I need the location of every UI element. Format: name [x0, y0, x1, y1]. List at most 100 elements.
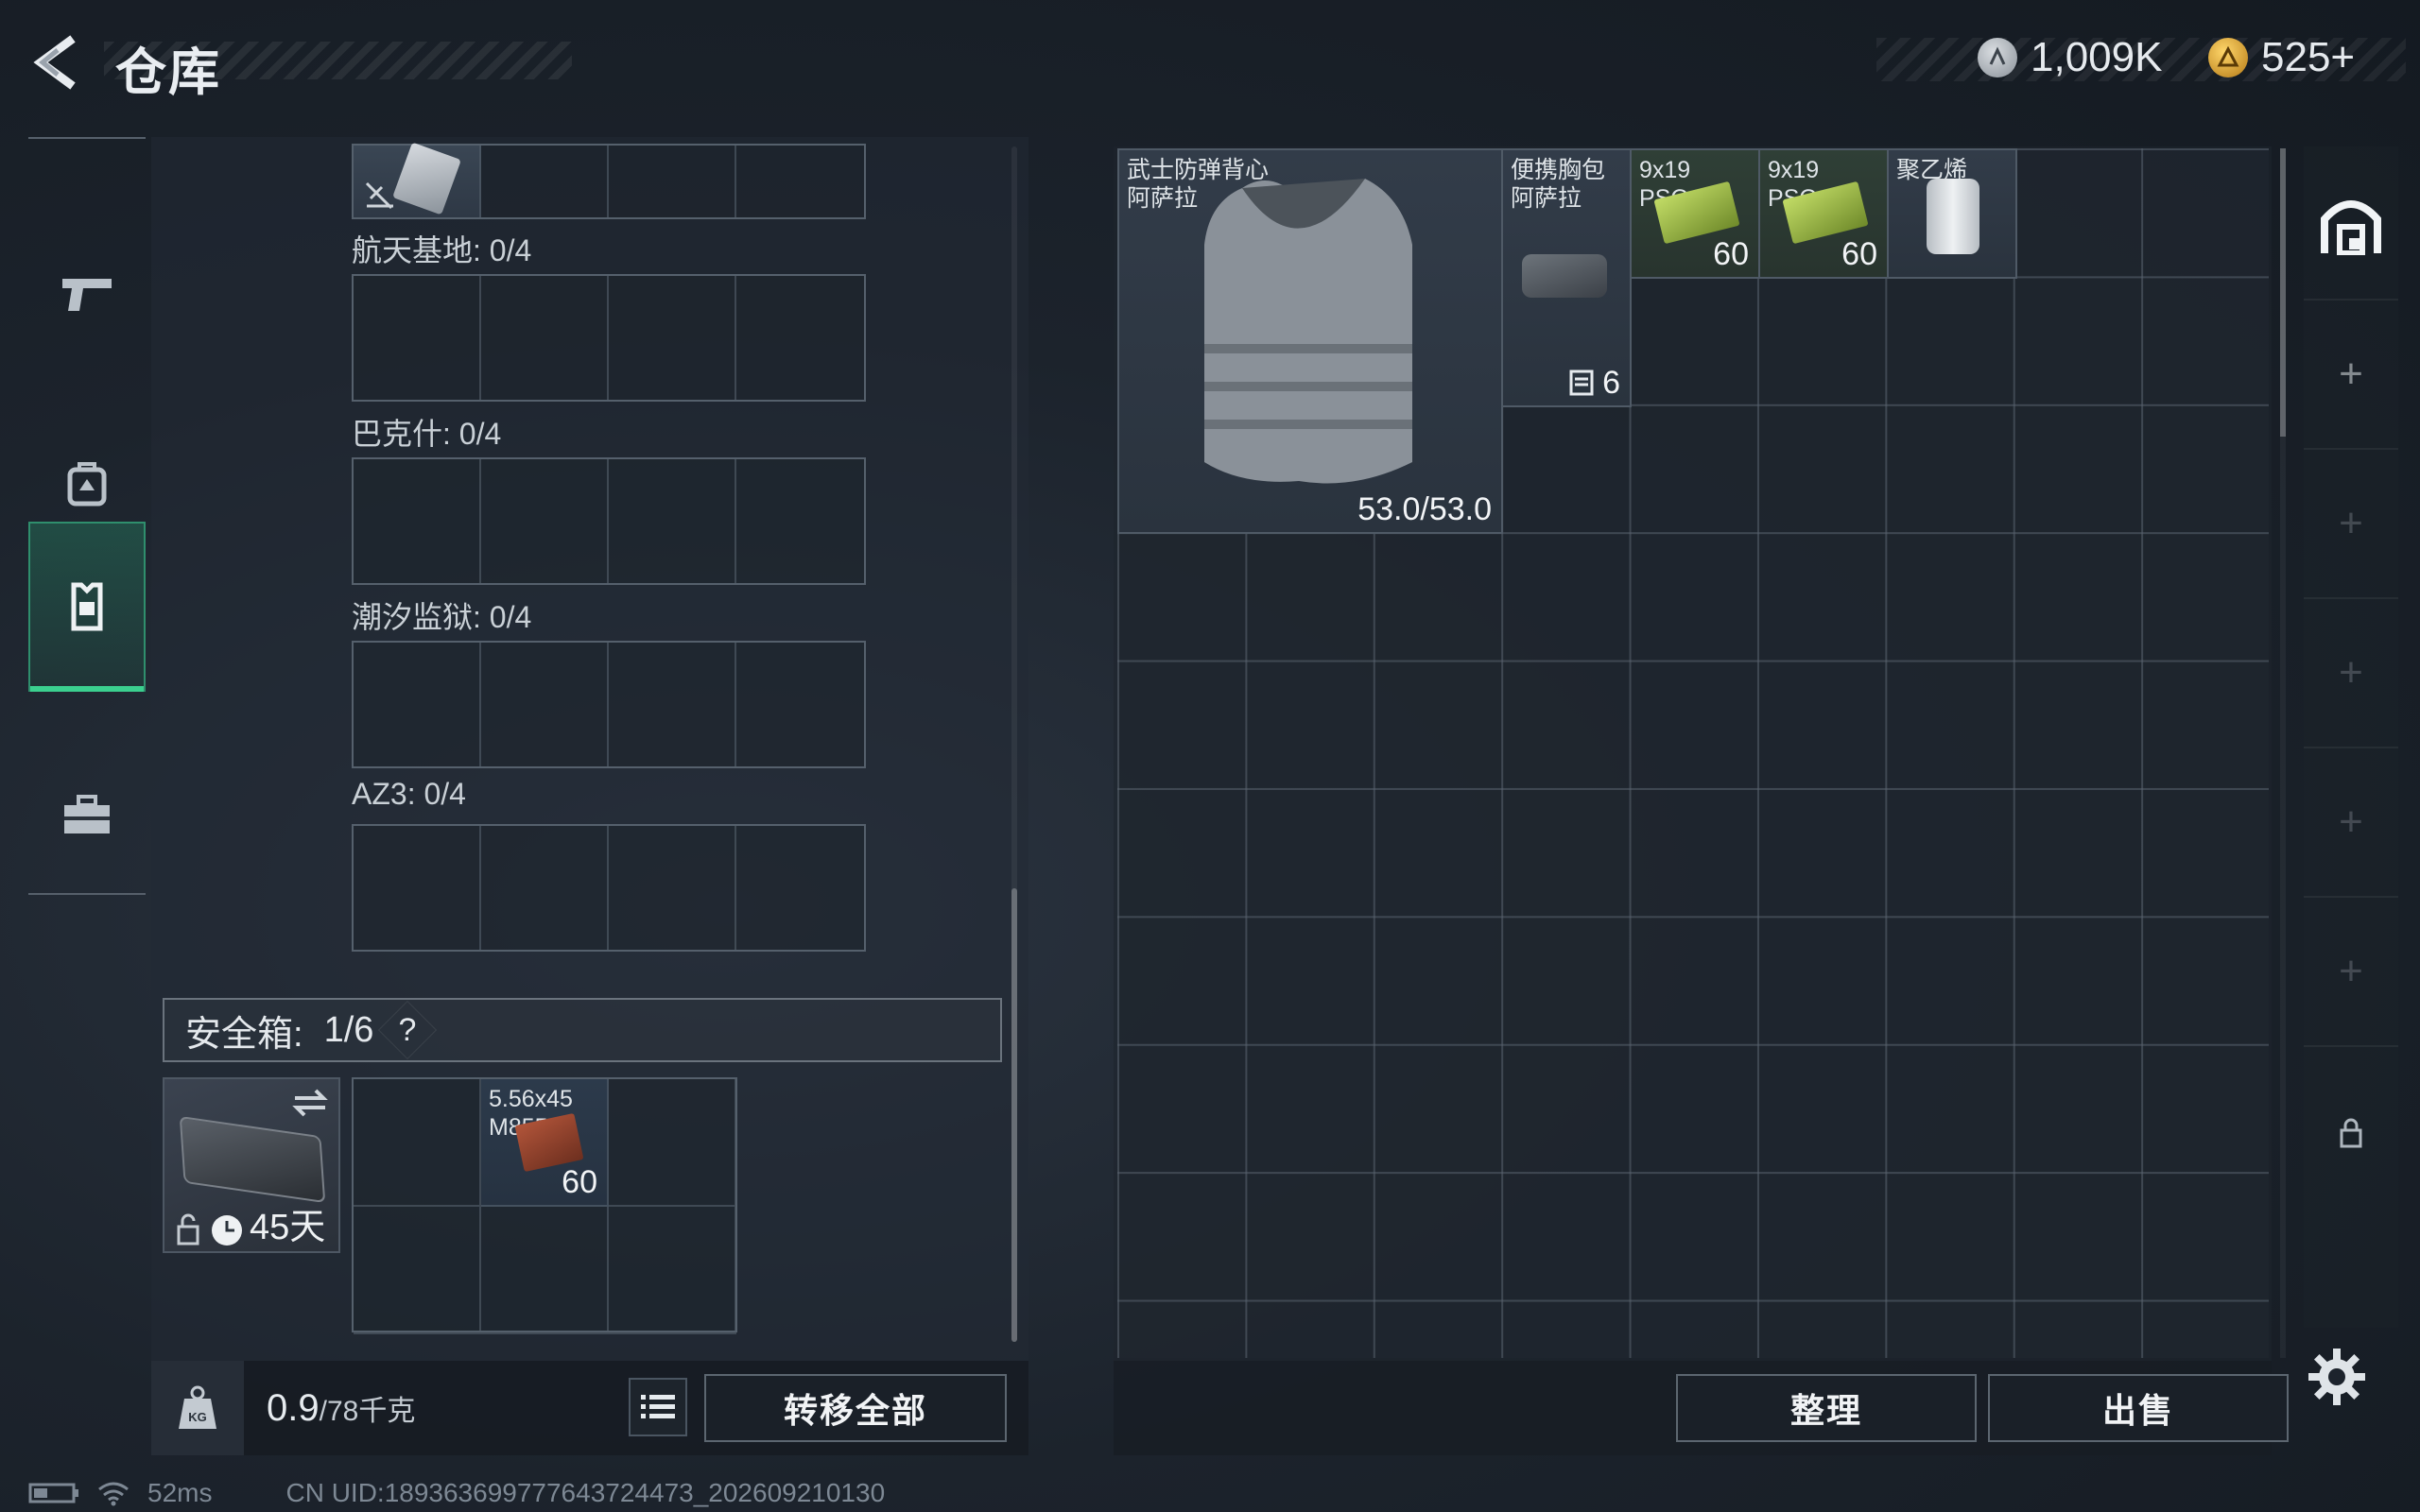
weight-icon: KG	[179, 1385, 216, 1429]
section-grid-tidal-prison	[352, 641, 866, 768]
weight-readout: 0.9/78千克	[267, 1387, 415, 1430]
grid-cell[interactable]	[354, 459, 481, 583]
pistol-icon	[62, 279, 112, 311]
grid-cell[interactable]	[609, 276, 736, 400]
warehouse-icon	[2321, 200, 2381, 255]
grid-cell[interactable]	[481, 826, 609, 950]
safe-box-label: 安全箱:	[185, 1014, 303, 1055]
item-quantity: 60	[1713, 236, 1749, 272]
grid-cell[interactable]	[609, 643, 736, 766]
grid-cell-item[interactable]	[354, 142, 481, 217]
storage-tab-locked[interactable]	[2304, 1058, 2398, 1208]
grid-cell[interactable]	[736, 643, 864, 766]
storage-item-vest[interactable]: 武士防弹背心 阿萨拉 53.0/53.0	[1117, 148, 1503, 534]
back-button[interactable]	[28, 34, 85, 91]
storage-item-chest-rig[interactable]: 便携胸包 阿萨拉 6	[1501, 148, 1632, 407]
left-scrollbar-thumb[interactable]	[1011, 888, 1017, 1342]
weight-capacity: /78千克	[319, 1396, 416, 1427]
transfer-all-button[interactable]: 转移全部	[704, 1374, 1007, 1442]
storage-tab-add-2[interactable]: +	[2304, 450, 2398, 599]
item-name: 便携胸包 阿萨拉	[1511, 157, 1606, 212]
chest-rig-image	[1522, 254, 1607, 298]
silver-amount: 1,009K	[2031, 34, 2163, 80]
grid-cell[interactable]	[354, 1079, 481, 1207]
plus-icon: +	[2339, 649, 2363, 696]
storage-item-ammo-9x19-a[interactable]: 9x19 PSO 60	[1630, 148, 1760, 279]
grid-cell[interactable]	[736, 826, 864, 950]
user-uid: CN UID:189363699777643724473_20260921013…	[285, 1478, 886, 1507]
list-view-button[interactable]	[629, 1378, 687, 1436]
grid-cell[interactable]	[736, 276, 864, 400]
grid-cell[interactable]	[354, 643, 481, 766]
grid-cell[interactable]	[609, 826, 736, 950]
grid-cell[interactable]	[354, 276, 481, 400]
grid-cell[interactable]	[481, 459, 609, 583]
item-durability: 53.0/53.0	[1357, 491, 1492, 527]
slots-icon	[1569, 369, 1594, 396]
gold-amount: 525+	[2261, 34, 2356, 80]
section-label-tidal-prison: 潮汐监狱: 0/4	[352, 600, 532, 634]
nav-vests[interactable]	[28, 522, 146, 692]
lock-icon	[177, 1213, 199, 1246]
ping-value: 52ms	[147, 1478, 213, 1507]
silver-coin-icon	[1978, 38, 2017, 77]
grid-cell[interactable]	[609, 459, 736, 583]
nav-weapons[interactable]	[28, 215, 146, 375]
backpack-icon	[67, 462, 107, 507]
plus-icon: +	[2339, 948, 2363, 994]
partial-grid	[352, 142, 866, 219]
storage-grid[interactable]: 武士防弹背心 阿萨拉 53.0/53.0 便携胸包 阿萨拉 6 9x19 PSO…	[1117, 148, 2269, 1358]
grid-cell[interactable]	[609, 1079, 736, 1207]
grid-cell[interactable]	[736, 146, 864, 217]
plus-icon: +	[2339, 351, 2363, 397]
safe-case-image	[179, 1115, 326, 1204]
wifi-icon	[98, 1482, 129, 1506]
grid-cell[interactable]	[609, 1207, 736, 1334]
vest-image	[1204, 179, 1412, 484]
weight-icon-box: KG	[151, 1361, 244, 1455]
storage-tab-add-1[interactable]: +	[2304, 301, 2398, 450]
weight-value: 0.9	[267, 1387, 320, 1429]
category-nav	[28, 137, 146, 895]
grid-cell[interactable]	[736, 459, 864, 583]
storage-tab-main[interactable]	[2304, 151, 2398, 301]
gold-currency[interactable]: 525+	[2208, 34, 2355, 81]
grid-cell[interactable]	[481, 643, 609, 766]
storage-item-polyethylene[interactable]: 聚乙烯	[1887, 148, 2017, 279]
sort-button[interactable]: 整理	[1676, 1374, 1977, 1442]
storage-scrollbar-thumb[interactable]	[2280, 148, 2286, 437]
back-arrow-icon	[33, 35, 76, 90]
item-slot-count: 6	[1602, 365, 1620, 401]
item-quantity: 60	[562, 1164, 597, 1200]
battery-icon	[28, 1483, 78, 1503]
help-button[interactable]: ?	[378, 1000, 438, 1060]
section-grid-bakhsh	[352, 457, 866, 585]
grid-cell[interactable]	[609, 146, 736, 217]
section-grid-az3	[352, 824, 866, 952]
status-bar: 52ms CN UID:189363699777643724473_202609…	[28, 1478, 885, 1508]
safe-case-slot[interactable]: 45天	[163, 1077, 340, 1253]
settings-button[interactable]	[2307, 1347, 2373, 1413]
section-label-space-base: 航天基地: 0/4	[352, 233, 532, 267]
storage-tab-add-4[interactable]: +	[2304, 748, 2398, 898]
grid-cell[interactable]	[354, 1207, 481, 1334]
safe-box-count: 1/6	[323, 1009, 374, 1050]
nav-supplies[interactable]	[28, 734, 146, 895]
polyethylene-roll-image	[1927, 179, 1979, 254]
grid-cell[interactable]	[481, 1207, 609, 1334]
plus-icon: +	[2339, 500, 2363, 546]
grid-cell[interactable]	[481, 146, 609, 217]
storage-tab-add-3[interactable]: +	[2304, 599, 2398, 748]
section-label-bakhsh: 巴克什: 0/4	[352, 417, 502, 451]
storage-item-ammo-9x19-b[interactable]: 9x19 PSO 60	[1758, 148, 1889, 279]
ammo-item-m855[interactable]: 5.56x45 M855 60	[481, 1079, 609, 1207]
grid-cell[interactable]	[481, 276, 609, 400]
safe-duration: 45天	[250, 1208, 326, 1247]
sell-button[interactable]: 出售	[1988, 1374, 2289, 1442]
silver-currency[interactable]: 1,009K	[1978, 34, 2162, 81]
grid-cell[interactable]	[354, 826, 481, 950]
item-image	[392, 142, 461, 215]
storage-tab-add-5[interactable]: +	[2304, 898, 2398, 1047]
swap-icon	[292, 1089, 328, 1117]
item-quantity: 60	[1841, 236, 1877, 272]
